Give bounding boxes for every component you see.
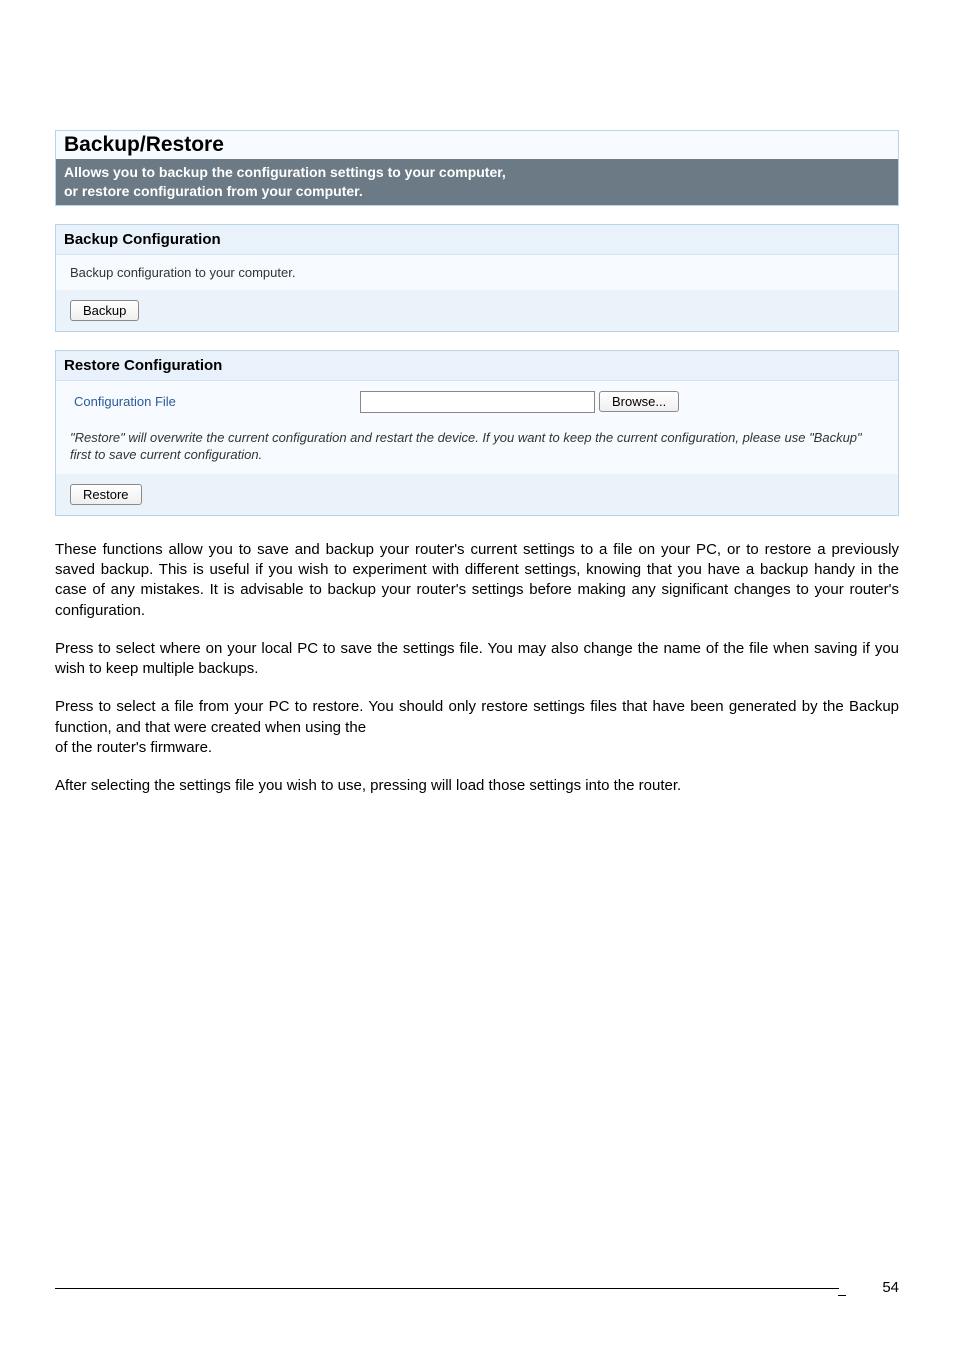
doc-p2a: Press	[55, 640, 98, 657]
restore-heading: Restore Configuration	[56, 351, 898, 381]
config-file-label: Configuration File	[70, 394, 360, 409]
backup-restore-panel: Backup/Restore Allows you to backup the …	[55, 130, 899, 206]
page-number: 54	[882, 1279, 899, 1296]
restore-button[interactable]: Restore	[70, 484, 142, 505]
doc-p2: Press to select where on your local PC t…	[55, 639, 899, 680]
panel-sub-line1: Allows you to backup the configuration s…	[64, 163, 890, 182]
restore-file-row: Configuration File Browse...	[56, 381, 898, 423]
backup-heading: Backup Configuration	[56, 225, 898, 255]
browse-button[interactable]: Browse...	[599, 391, 679, 412]
panel-subtitle: Allows you to backup the configuration s…	[56, 159, 898, 205]
restore-button-row: Restore	[56, 474, 898, 515]
document-body: These functions allow you to save and ba…	[55, 540, 899, 797]
doc-p2b: to select where on your local PC to save…	[55, 640, 899, 677]
restore-note: "Restore" will overwrite the current con…	[56, 423, 898, 474]
doc-p3b: to select a file from your PC to restore…	[55, 698, 899, 735]
backup-button-row: Backup	[56, 290, 898, 331]
backup-section: Backup Configuration Backup configuratio…	[55, 224, 899, 332]
panel-title: Backup/Restore	[56, 131, 898, 159]
panel-sub-line2: or restore configuration from your compu…	[64, 182, 890, 201]
doc-p4a: After selecting the settings file you wi…	[55, 777, 431, 794]
doc-p1: These functions allow you to save and ba…	[55, 540, 899, 621]
doc-p3a: Press	[55, 698, 99, 715]
footer-tick	[838, 1295, 846, 1296]
doc-p3: Press to select a file from your PC to r…	[55, 697, 899, 758]
backup-desc: Backup configuration to your computer.	[56, 255, 898, 290]
backup-button[interactable]: Backup	[70, 300, 139, 321]
restore-section: Restore Configuration Configuration File…	[55, 350, 899, 516]
doc-p4: After selecting the settings file you wi…	[55, 776, 899, 796]
footer-rule	[55, 1288, 839, 1289]
config-file-input[interactable]	[360, 391, 595, 413]
doc-p4b: will load those settings into the router…	[431, 777, 681, 794]
doc-p3c: of the router's firmware.	[55, 739, 212, 756]
